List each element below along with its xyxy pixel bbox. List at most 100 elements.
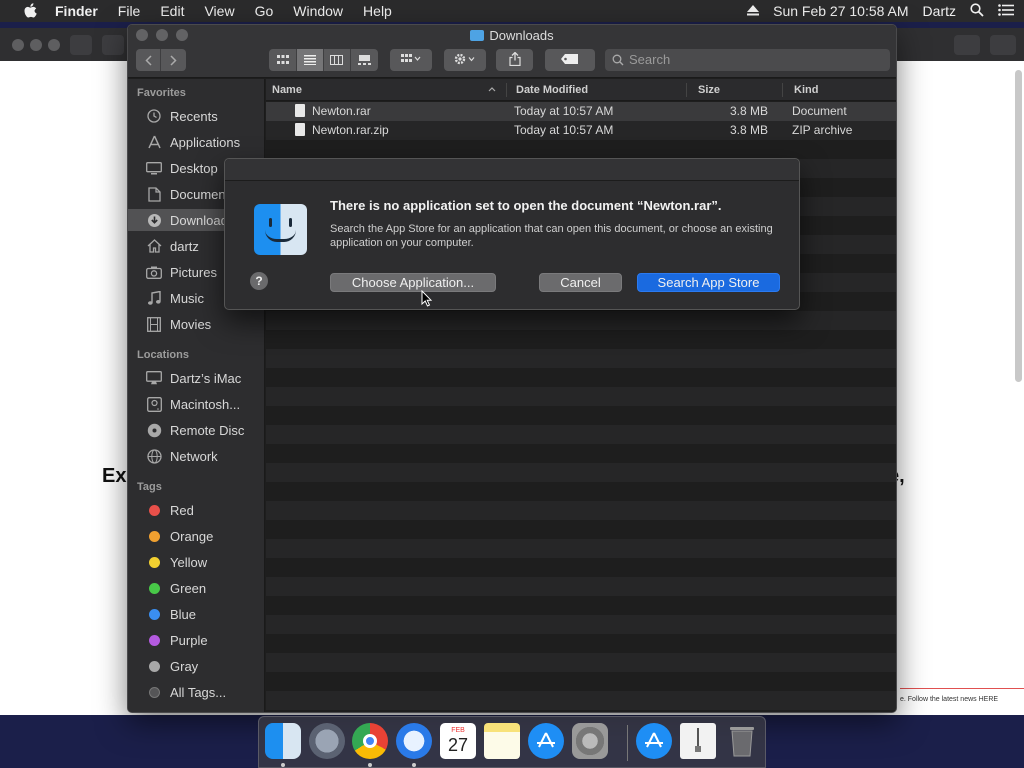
tag-dot-icon: [145, 554, 163, 570]
menu-view[interactable]: View: [204, 3, 234, 19]
finder-face-icon: [254, 204, 307, 255]
menu-edit[interactable]: Edit: [160, 3, 184, 19]
column-header-date[interactable]: Date Modified: [516, 84, 588, 96]
help-button[interactable]: ?: [250, 272, 268, 290]
file-kind: Document: [792, 104, 847, 118]
dock-notes-icon[interactable]: [484, 723, 520, 759]
window-zoom-button[interactable]: [48, 38, 60, 51]
spotlight-search-icon[interactable]: [970, 2, 984, 20]
search-icon: [612, 49, 624, 78]
sidebar-item-label: Green: [170, 580, 207, 596]
disk-icon: [145, 396, 163, 412]
disc-icon: [145, 422, 163, 438]
dock-app-store-icon[interactable]: [528, 723, 564, 759]
menubar-clock[interactable]: Sun Feb 27 10:58 AM: [773, 3, 908, 19]
column-header-kind[interactable]: Kind: [794, 84, 818, 96]
dock-calendar-icon[interactable]: FEB 27: [440, 723, 476, 759]
dock-launchpad-icon[interactable]: [309, 723, 345, 759]
group-grid-icon: [401, 53, 421, 67]
back-button[interactable]: [136, 49, 161, 71]
sidebar-item-network[interactable]: Network: [128, 445, 265, 467]
sidebar-tag-blue[interactable]: Blue: [128, 603, 265, 625]
menubar-user[interactable]: Dartz: [923, 3, 956, 19]
window-title: Downloads: [128, 28, 896, 43]
menu-file[interactable]: File: [118, 3, 141, 19]
dock-finder-icon[interactable]: [265, 723, 301, 759]
sidebar-item-movies[interactable]: Movies: [128, 313, 265, 335]
sidebar-tag-purple[interactable]: Purple: [128, 629, 265, 651]
menu-go[interactable]: Go: [255, 3, 274, 19]
sidebar-item-recents[interactable]: Recents: [128, 105, 265, 127]
file-date: Today at 10:57 AM: [514, 104, 614, 118]
background-page-heading: Ex: [102, 465, 127, 487]
file-row[interactable]: Newton.rar.zip Today at 10:57 AM 3.8 MB …: [266, 121, 896, 140]
file-row[interactable]: Newton.rar Today at 10:57 AM 3.8 MB Docu…: [266, 102, 896, 121]
dock-chrome-icon[interactable]: [352, 723, 388, 759]
column-header-name[interactable]: Name: [272, 84, 302, 96]
cancel-button[interactable]: Cancel: [539, 273, 622, 292]
dock-safari-icon[interactable]: [396, 723, 432, 759]
running-indicator: [368, 763, 372, 767]
gallery-view-icon[interactable]: [351, 49, 378, 71]
tag-button[interactable]: [545, 49, 595, 71]
browser-tabs-button[interactable]: [990, 34, 1016, 55]
notification-center-icon[interactable]: [998, 3, 1014, 19]
sidebar-item-imac[interactable]: Dartz’s iMac: [128, 367, 265, 389]
sidebar-tag-gray[interactable]: Gray: [128, 655, 265, 677]
zip-document-icon: [295, 123, 305, 136]
browser-forward-button[interactable]: [102, 34, 124, 55]
sidebar-item-label: Music: [170, 290, 204, 306]
window-close-button[interactable]: [12, 38, 24, 51]
eject-icon[interactable]: [747, 3, 760, 19]
share-button[interactable]: [496, 49, 533, 71]
sidebar-tag-all[interactable]: All Tags...: [128, 681, 265, 703]
dock-system-preferences-icon[interactable]: [572, 723, 608, 759]
dock-zip-file-icon[interactable]: [680, 723, 716, 759]
search-placeholder: Search: [629, 52, 671, 67]
sidebar-tag-orange[interactable]: Orange: [128, 525, 265, 547]
background-news-link[interactable]: e. Follow the latest news HERE: [900, 696, 998, 703]
sidebar-item-remote-disc[interactable]: Remote Disc: [128, 419, 265, 441]
choose-application-button[interactable]: Choose Application...: [330, 273, 496, 292]
sidebar-header-tags: Tags: [137, 481, 162, 493]
sidebar-tag-yellow[interactable]: Yellow: [128, 551, 265, 573]
dock-trash-icon[interactable]: [724, 723, 760, 759]
action-gear-button[interactable]: [444, 49, 486, 71]
group-by-button[interactable]: [390, 49, 432, 71]
column-view-icon[interactable]: [324, 49, 351, 71]
sidebar-tag-green[interactable]: Green: [128, 577, 265, 599]
sidebar-item-label: Applications: [170, 134, 241, 150]
column-header-size[interactable]: Size: [698, 84, 720, 96]
background-scrollbar[interactable]: [1015, 70, 1022, 382]
window-minimize-button[interactable]: [30, 38, 42, 51]
icon-view-icon[interactable]: [270, 49, 297, 71]
file-kind: ZIP archive: [792, 123, 853, 137]
file-size: 3.8 MB: [730, 104, 769, 118]
file-name: Newton.rar: [312, 104, 371, 118]
applications-icon: [145, 134, 163, 150]
search-field[interactable]: Search: [605, 49, 890, 71]
sidebar-item-macintosh-hd[interactable]: Macintosh...: [128, 393, 265, 415]
menu-app-finder[interactable]: Finder: [55, 3, 98, 19]
search-app-store-button[interactable]: Search App Store: [637, 273, 780, 292]
file-name: Newton.rar.zip: [312, 123, 389, 137]
tag-dot-icon: [145, 580, 163, 596]
browser-share-button[interactable]: [954, 34, 980, 55]
browser-back-button[interactable]: [70, 34, 92, 55]
sort-chevron-up-icon[interactable]: [488, 83, 496, 95]
sidebar-item-applications[interactable]: Applications: [128, 131, 265, 153]
menu-help[interactable]: Help: [363, 3, 392, 19]
forward-button[interactable]: [161, 49, 186, 71]
film-icon: [145, 316, 163, 332]
sidebar-item-label: Recents: [170, 108, 218, 124]
menu-window[interactable]: Window: [293, 3, 343, 19]
apple-menu-icon[interactable]: [19, 0, 41, 22]
dock-app-store-download-icon[interactable]: [636, 723, 672, 759]
tag-dot-icon: [145, 528, 163, 544]
sidebar-item-label: Macintosh...: [170, 396, 241, 412]
list-view-icon[interactable]: [296, 49, 324, 71]
sidebar-tag-red[interactable]: Red: [128, 499, 265, 521]
file-date: Today at 10:57 AM: [514, 123, 614, 137]
document-icon: [295, 104, 305, 117]
sidebar-item-label: Remote Disc: [170, 422, 245, 438]
